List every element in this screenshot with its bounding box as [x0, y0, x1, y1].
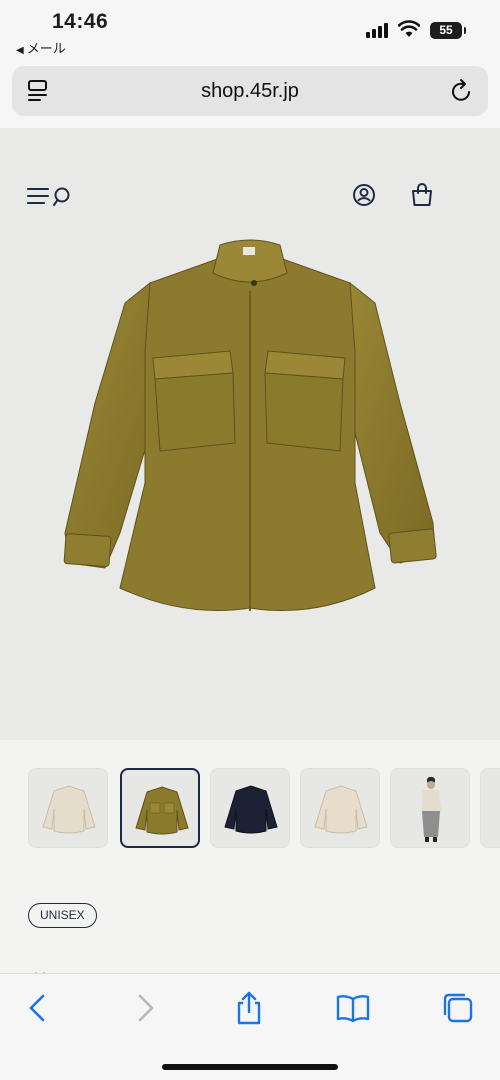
- thumbnail-olive-shirt[interactable]: [120, 768, 200, 848]
- thumbnail-image: [135, 786, 189, 835]
- back-icon[interactable]: [20, 990, 56, 1026]
- battery-indicator: 55: [430, 22, 466, 39]
- unisex-badge: UNISEX: [28, 903, 97, 928]
- back-app-label: メール: [26, 41, 66, 56]
- cellular-signal-icon: [366, 22, 390, 38]
- thumbnail-image: [42, 785, 96, 834]
- thumbnail-more[interactable]: [480, 768, 500, 848]
- forward-icon[interactable]: [127, 990, 163, 1026]
- status-time: 14:46: [52, 10, 109, 33]
- thumbnail-model[interactable]: [390, 768, 470, 848]
- back-triangle-icon: ◀: [16, 45, 24, 56]
- wifi-icon: [398, 20, 420, 37]
- tabs-icon[interactable]: [440, 990, 476, 1026]
- thumbnail-image: [421, 777, 441, 842]
- status-bar: 14:46 ◀ メール 55: [0, 0, 500, 58]
- address-bar[interactable]: shop.45r.jp: [12, 66, 488, 116]
- browser-toolbar: [0, 973, 500, 1080]
- url-text: shop.45r.jp: [201, 80, 299, 102]
- reload-icon[interactable]: [450, 78, 474, 104]
- product-main-image[interactable]: [55, 233, 445, 633]
- thumbnail-navy-shirt[interactable]: [210, 768, 290, 848]
- account-icon[interactable]: [352, 183, 376, 207]
- bookmarks-icon[interactable]: [335, 990, 371, 1026]
- thumbnail-strip[interactable]: [28, 766, 500, 850]
- back-to-app-link[interactable]: ◀ メール: [16, 38, 66, 57]
- cart-icon[interactable]: [410, 182, 434, 208]
- menu-search-button[interactable]: [27, 186, 73, 208]
- browser-address-area: shop.45r.jp: [0, 58, 500, 128]
- menu-icon: [27, 188, 49, 204]
- thumbnail-ecru-shirt[interactable]: [28, 768, 108, 848]
- product-hero: [0, 128, 500, 740]
- share-icon[interactable]: [231, 990, 267, 1026]
- thumbnail-image: [224, 785, 278, 834]
- thumbnail-image: [314, 785, 368, 834]
- home-indicator: [162, 1064, 338, 1070]
- search-icon: [53, 187, 70, 206]
- thumbnail-ecru-shirt-back[interactable]: [300, 768, 380, 848]
